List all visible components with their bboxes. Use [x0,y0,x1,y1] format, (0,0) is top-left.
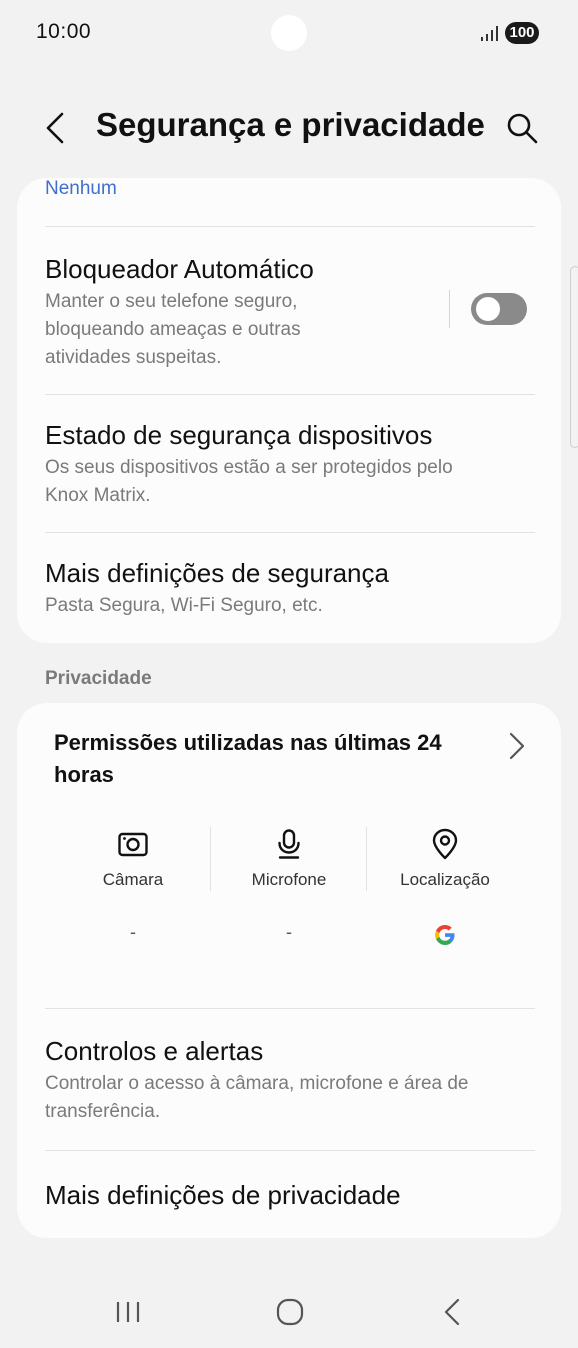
permission-microphone-label: Microfone [251,870,327,889]
auto-blocker-title: Bloqueador Automático [45,254,314,284]
scrollbar[interactable] [570,266,578,448]
auto-blocker-toggle[interactable] [471,293,527,325]
controls-and-alerts-item[interactable]: Controlos e alertas Controlar o acesso à… [17,1008,561,1150]
privacy-card: Permissões utilizadas nas últimas 24 hor… [17,703,561,1238]
back-icon[interactable] [432,1294,472,1330]
subtitle-line: Manter o seu telefone seguro, [45,291,298,312]
permissions-used-title: Permissões utilizadas nas últimas 24 hor… [54,730,442,787]
status-bar: 10:00 100 [0,0,578,68]
toggle-separator [449,290,450,328]
navigation-bar [0,1280,578,1344]
status-time: 10:00 [36,20,92,43]
permission-camera-value: - [130,922,136,942]
controls-and-alerts-title: Controlos e alertas [45,1036,264,1066]
device-security-status-title: Estado de segurança dispositivos [45,420,433,450]
subtitle-line: Os seus dispositivos estão a ser protegi… [45,457,453,478]
previous-item-value[interactable]: Nenhum [45,178,117,200]
subtitle-line: transferência. [45,1101,161,1122]
home-icon[interactable] [270,1294,310,1330]
device-security-status-item[interactable]: Estado de segurança dispositivos Os seus… [17,394,561,532]
subtitle-line: bloqueando ameaças e outras [45,319,301,340]
back-button[interactable] [38,108,74,148]
permission-location-label: Localização [400,870,490,889]
google-logo-icon [435,925,455,945]
more-privacy-settings-title: Mais definições de privacidade [45,1180,401,1210]
more-security-settings-title: Mais definições de segurança [45,558,389,588]
subtitle-line: Knox Matrix. [45,485,151,506]
camera-cutout [271,15,307,51]
recents-icon[interactable] [108,1294,148,1330]
header: Segurança e privacidade [0,100,578,156]
chevron-right-icon [509,732,525,760]
auto-blocker-subtitle: Manter o seu telefone seguro, bloqueando… [45,288,301,372]
location-icon [432,828,458,860]
signal-icon [481,26,498,41]
permission-location[interactable]: Localização [367,828,523,946]
battery-icon: 100 [505,22,539,44]
camera-icon [118,832,148,857]
security-card: Nenhum Bloqueador Automático Manter o se… [17,178,561,643]
page-title: Segurança e privacidade [96,106,485,143]
permission-camera[interactable]: Câmara - [55,828,211,948]
permission-microphone[interactable]: Microfone - [211,828,367,948]
subtitle-line: atividades suspeitas. [45,347,222,368]
search-icon[interactable] [504,110,540,146]
controls-and-alerts-subtitle: Controlar o acesso à câmara, microfone e… [45,1070,469,1126]
more-privacy-settings-item[interactable]: Mais definições de privacidade [17,1150,561,1238]
permission-camera-label: Câmara [102,870,164,889]
permission-microphone-value: - [286,922,292,942]
more-security-settings-subtitle: Pasta Segura, Wi-Fi Seguro, etc. [45,592,323,620]
subtitle-line: Pasta Segura, Wi-Fi Seguro, etc. [45,595,323,616]
permissions-used-item[interactable]: Permissões utilizadas nas últimas 24 hor… [17,703,561,803]
subtitle-line: Controlar o acesso à câmara, microfone e… [45,1073,469,1094]
more-security-settings-item[interactable]: Mais definições de segurança Pasta Segur… [17,532,561,643]
privacy-section-label: Privacidade [45,668,152,689]
microphone-icon [278,829,300,859]
device-security-status-subtitle: Os seus dispositivos estão a ser protegi… [45,454,453,510]
toggle-knob [476,297,500,321]
